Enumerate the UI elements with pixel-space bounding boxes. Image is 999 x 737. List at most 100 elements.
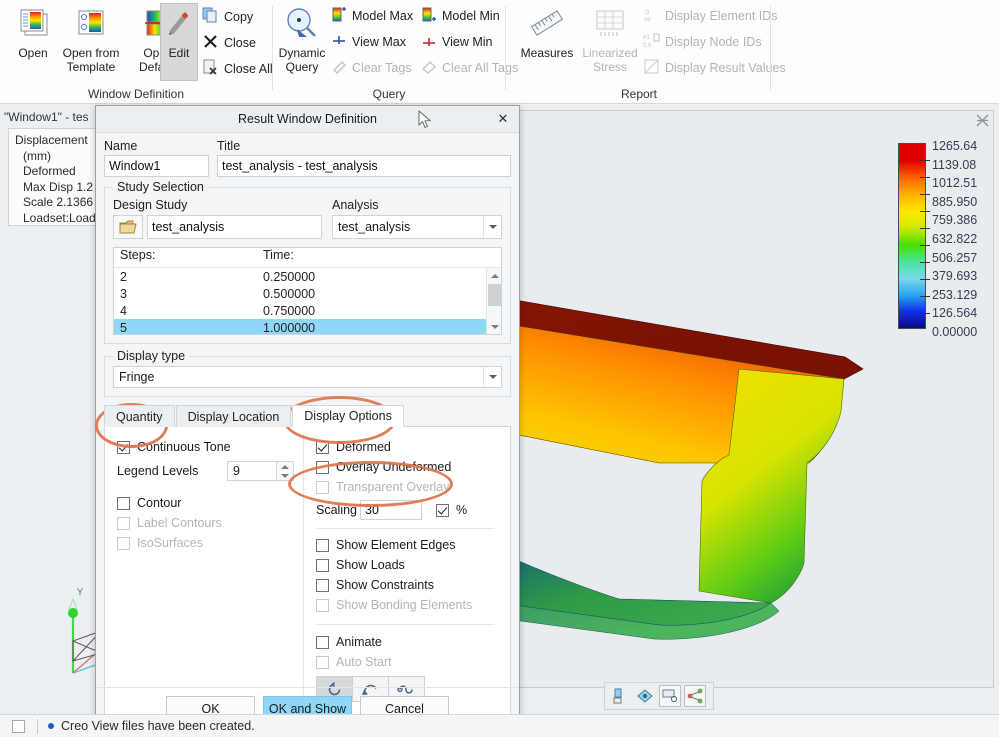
open-from-template-label-1: Open from — [63, 46, 120, 60]
time-value: 0.500000 — [257, 287, 315, 301]
scroll-up-icon[interactable] — [487, 268, 502, 283]
continuous-tone-checkbox[interactable] — [117, 441, 130, 454]
chevron-down-icon[interactable] — [483, 367, 501, 387]
show-constraints-checkbox[interactable] — [316, 579, 329, 592]
tab-quantity[interactable]: Quantity — [104, 405, 175, 427]
status-bullet-icon — [48, 723, 54, 729]
model-min-label: Model Min — [442, 9, 500, 23]
spin-center-icon[interactable] — [634, 685, 656, 707]
contour-checkbox[interactable] — [117, 497, 130, 510]
table-row[interactable]: 4 0.750000 — [114, 302, 501, 319]
analysis-combo[interactable]: test_analysis — [332, 215, 502, 239]
model-tree-icon[interactable] — [684, 685, 706, 707]
close-button[interactable]: Close — [202, 30, 256, 56]
model-max-button[interactable]: Model Max — [331, 3, 413, 29]
transparent-overlay-row: Transparent Overlay — [316, 477, 504, 497]
view-min-icon — [421, 32, 437, 52]
open-button-label: Open — [18, 46, 47, 60]
table-row-selected[interactable]: 5 1.000000 — [114, 319, 501, 335]
auto-start-checkbox — [316, 656, 329, 669]
label-contours-checkbox — [117, 517, 130, 530]
result-scale: Scale 2.1366 — [15, 195, 100, 211]
close-all-button[interactable]: Close All — [202, 56, 273, 82]
tab-display-options[interactable]: Display Options — [292, 405, 404, 427]
stepper-down-icon[interactable] — [277, 471, 293, 480]
step-value: 4 — [114, 304, 257, 318]
open-folder-icon[interactable] — [113, 215, 143, 239]
display-type-combo[interactable]: Fringe — [113, 366, 502, 388]
dialog-title-bar[interactable]: Result Window Definition ✕ — [96, 106, 519, 133]
continuous-tone-row[interactable]: Continuous Tone — [117, 437, 297, 457]
window-tab-label[interactable]: "Window1" - tes — [4, 110, 96, 124]
linearized-stress-label-1: Linearized — [582, 46, 637, 60]
edit-button[interactable]: Edit — [160, 3, 198, 81]
status-checkbox[interactable] — [12, 720, 25, 733]
table-scrollbar[interactable] — [486, 268, 501, 334]
deformed-checkbox[interactable] — [316, 441, 329, 454]
design-study-input[interactable] — [147, 215, 322, 239]
result-window-definition-dialog: Result Window Definition ✕ Name Title St… — [95, 105, 520, 730]
analysis-label: Analysis — [332, 198, 502, 212]
svg-text:Y: Y — [77, 587, 83, 597]
table-row[interactable]: 3 0.500000 — [114, 285, 501, 302]
measures-button[interactable]: Measures — [516, 4, 578, 80]
name-input[interactable] — [104, 155, 209, 177]
scaling-percent-checkbox[interactable] — [436, 504, 449, 517]
display-style-icon[interactable] — [659, 685, 681, 707]
legend-label-9: 126.564 — [932, 304, 998, 323]
animate-row[interactable]: Animate — [316, 632, 504, 652]
application-window: Open Open from — [0, 0, 999, 737]
legend-levels-stepper[interactable] — [277, 461, 294, 481]
result-deformed: Deformed — [15, 164, 100, 180]
close-icon[interactable]: ✕ — [495, 111, 511, 127]
label-contours-row: Label Contours — [117, 513, 297, 533]
mouse-cursor — [418, 110, 432, 133]
animate-checkbox[interactable] — [316, 636, 329, 649]
chevron-down-icon[interactable] — [483, 216, 501, 238]
tab-display-location[interactable]: Display Location — [176, 405, 292, 427]
contour-row[interactable]: Contour — [117, 493, 297, 513]
deformed-row[interactable]: Deformed — [316, 437, 504, 457]
design-study-label: Design Study — [113, 198, 322, 212]
ribbon-divider-3 — [770, 6, 771, 90]
measures-label: Measures — [521, 46, 574, 60]
scroll-down-icon[interactable] — [487, 319, 502, 334]
view-min-button[interactable]: View Min — [421, 29, 492, 55]
show-bonding-elements-label: Show Bonding Elements — [336, 598, 472, 612]
title-input[interactable] — [217, 155, 511, 177]
table-header: Steps: Time: — [114, 248, 501, 268]
legend-levels-input[interactable]: 9 — [227, 461, 277, 481]
show-loads-label: Show Loads — [336, 558, 405, 572]
legend-label-8: 253.129 — [932, 286, 998, 305]
result-units: (mm) — [15, 149, 100, 165]
study-selection-label: Study Selection — [113, 180, 208, 194]
step-value: 3 — [114, 287, 257, 301]
display-options-panel: Continuous Tone Legend Levels 9 Contour — [104, 426, 511, 718]
viewport-mini-toolbar[interactable] — [604, 682, 714, 710]
table-row[interactable]: 2 0.250000 — [114, 268, 501, 285]
svg-text:0.0: 0.0 — [643, 43, 652, 49]
display-node-ids-button: #1 0.0 Display Node IDs — [643, 29, 762, 55]
view-max-button[interactable]: View Max — [331, 29, 406, 55]
title-label: Title — [217, 139, 511, 153]
saved-view-icon[interactable] — [609, 685, 631, 707]
copy-button[interactable]: Copy — [202, 4, 253, 30]
model-min-button[interactable]: Model Min — [421, 3, 500, 29]
show-loads-row[interactable]: Show Loads — [316, 555, 504, 575]
stepper-up-icon[interactable] — [277, 462, 293, 471]
open-from-template-label-2: Template — [67, 60, 116, 74]
show-element-edges-checkbox[interactable] — [316, 539, 329, 552]
show-loads-checkbox[interactable] — [316, 559, 329, 572]
name-title-row: Name Title — [104, 139, 511, 177]
overlay-undeformed-row[interactable]: Overlay Undeformed — [316, 457, 504, 477]
open-from-template-button[interactable]: Open from Template — [52, 4, 130, 80]
ribbon-group-label-window-definition: Window Definition — [0, 87, 272, 101]
overlay-undeformed-checkbox[interactable] — [316, 461, 329, 474]
scaling-input[interactable] — [360, 500, 422, 520]
dynamic-query-button[interactable]: Dynamic Query — [273, 4, 331, 80]
transparent-overlay-label: Transparent Overlay — [336, 480, 449, 494]
scroll-thumb[interactable] — [488, 284, 501, 306]
show-constraints-row[interactable]: Show Constraints — [316, 575, 504, 595]
steps-time-table[interactable]: Steps: Time: 2 0.250000 3 0.500000 4 0.7… — [113, 247, 502, 335]
show-element-edges-row[interactable]: Show Element Edges — [316, 535, 504, 555]
